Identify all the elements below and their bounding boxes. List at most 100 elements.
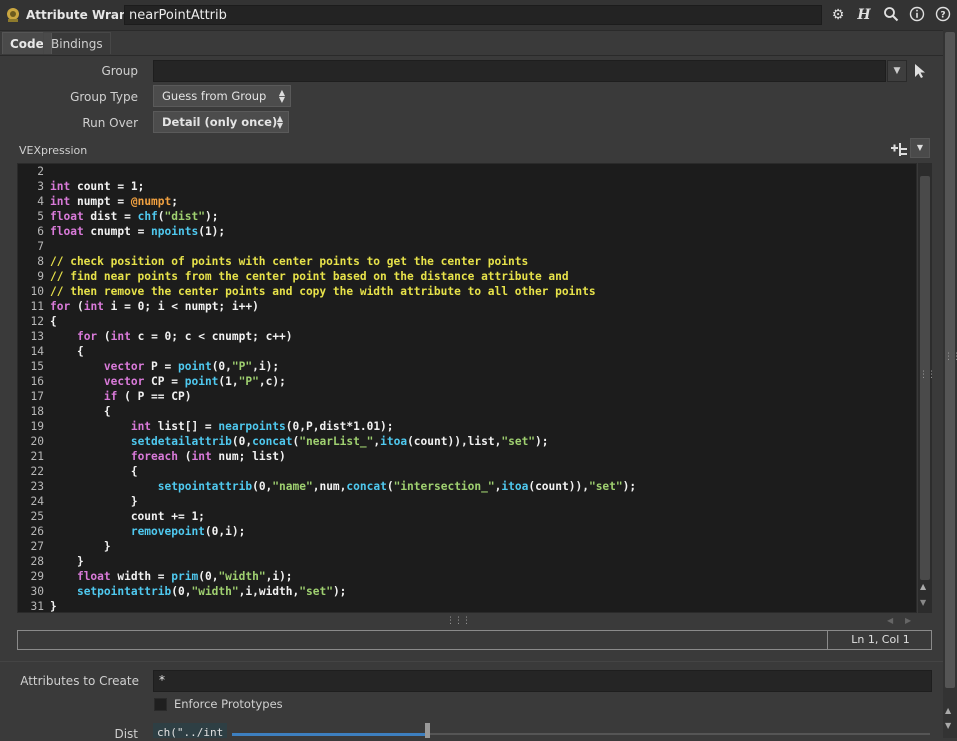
scroll-up-icon[interactable]: ▲ [920,582,926,591]
code-line[interactable]: 25 count += 1; [18,509,636,524]
code-token: numpt = [70,195,131,208]
code-line[interactable]: 16 vector CP = point(1,"P",c); [18,374,636,389]
line-number: 18 [30,405,44,418]
code-token: { [50,315,57,328]
code-line[interactable]: 30 setpointattrib(0,"width",i,width,"set… [18,584,636,599]
enforce-prototypes-checkbox[interactable] [154,698,167,711]
code-line[interactable]: 12 { [18,314,636,329]
scroll-grip-icon: ⋮⋮ [919,370,936,380]
run-over-value: Detail (only once) [162,115,278,129]
code-line[interactable]: 4 int numpt = @numpt; [18,194,636,209]
line-number: 19 [30,420,44,433]
info-icon[interactable] [907,6,927,24]
line-number: 30 [30,585,44,598]
code-line[interactable]: 15 vector P = point(0,"P",i); [18,359,636,374]
search-icon[interactable] [881,6,901,24]
code-token: ); [535,435,549,448]
code-token: int [130,420,152,433]
attributes-to-create-field[interactable]: * [153,670,932,692]
code-line[interactable]: 24 } [18,494,636,509]
code-token: npoints [151,225,199,238]
run-over-menu[interactable]: Detail (only once) ▲ ▼ [153,111,289,133]
code-line[interactable]: 20 setdetailattrib(0,concat("nearList_",… [18,434,636,449]
panel-scroll-up-icon[interactable]: ▲ [945,706,951,715]
code-line[interactable]: 2 [18,164,636,179]
dist-label: Dist [114,727,138,741]
code-line[interactable]: 13 for (int c = 0; c < cnumpt; c++) [18,329,636,344]
code-line[interactable]: 26 removepoint(0,i); [18,524,636,539]
code-line[interactable]: 17 if ( P == CP) [18,389,636,404]
vex-code-editor[interactable]: 2 3 int count = 1; 4 int numpt = @numpt; 5 flo… [17,163,917,613]
create-spare-parameters-icon[interactable] [890,140,908,158]
code-line[interactable]: 22 { [18,464,636,479]
code-token: ( [97,330,111,343]
line-number: 25 [30,510,44,523]
dist-slider-handle[interactable] [425,723,430,738]
code-text[interactable]: 2 3 int count = 1; 4 int numpt = @numpt; 5 flo… [18,164,637,613]
code-token: (1); [198,225,226,238]
help-icon[interactable]: ? [933,6,953,24]
select-arrow-icon[interactable] [913,63,927,79]
vex-menu-button[interactable]: ▼ [910,138,930,158]
code-line[interactable]: 14 { [18,344,636,359]
scroll-down-icon[interactable]: ▼ [920,598,926,607]
code-line[interactable]: 23 setpointattrib(0,"name",num,concat("i… [18,479,637,494]
code-line[interactable]: 21 foreach (int num; list) [18,449,636,464]
code-token: num; list) [211,450,286,463]
code-token: (0,P,dist*1.01); [285,420,394,433]
group-type-menu[interactable]: Guess from Group ▲ ▼ [153,85,291,107]
code-line[interactable]: 27 } [18,539,636,554]
code-token: c = 0; c < cnumpt; c++) [130,330,293,343]
node-name-field[interactable]: nearPointAttrib [124,5,822,25]
houdini-h-icon[interactable]: H [854,6,874,24]
code-line[interactable]: 5 float dist = chf("dist"); [18,209,636,224]
code-line[interactable]: 3 int count = 1; [18,179,636,194]
tab-bindings[interactable]: Bindings [43,32,111,54]
code-token: int [191,450,212,463]
group-dropdown-button[interactable]: ▼ [887,60,907,82]
line-number: 4 [37,195,44,208]
code-token: (0, [211,360,232,373]
gear-icon[interactable]: ⚙ [828,6,848,24]
menu-arrows-icon: ▲ ▼ [276,114,283,130]
editor-status-bar [17,630,932,650]
code-token: removepoint [130,525,205,538]
code-line[interactable]: 18 { [18,404,636,419]
scroll-right-icon[interactable]: ▶ [905,616,911,625]
code-line[interactable]: 28 } [18,554,636,569]
dist-slider-track[interactable] [427,733,930,735]
code-line[interactable]: 9 // find near points from the center poi… [18,269,636,284]
group-field[interactable] [153,60,886,82]
code-line[interactable]: 29 float width = prim(0,"width",i); [18,569,636,584]
dist-expression-field[interactable]: ch("../int [153,723,227,738]
resize-handle-icon[interactable]: ⋮⋮⋮ [446,616,471,626]
code-token: (0, [231,435,253,448]
code-token: (count)),list, [407,435,502,448]
code-line[interactable]: 7 [18,239,636,254]
attributes-to-create-label: Attributes to Create [20,674,139,688]
code-line[interactable]: 11 for (int i = 0; i < numpt; i++) [18,299,636,314]
menu-arrows-icon: ▲ ▼ [278,88,285,104]
line-number: 2 [37,165,44,178]
panel-scroll-down-icon[interactable]: ▼ [945,721,951,730]
scroll-left-icon[interactable]: ◀ [887,616,893,625]
code-token: prim [171,570,199,583]
code-line[interactable]: 8 // check position of points with center… [18,254,636,269]
code-token: // then remove the center points and cop… [50,285,596,298]
group-type-value: Guess from Group [162,89,267,103]
code-line[interactable]: 31} [18,599,636,613]
code-token: foreach [130,450,178,463]
code-token: ( [386,480,394,493]
code-token: (1, [218,375,239,388]
code-token: } [50,600,57,613]
code-line[interactable]: 6 float cnumpt = npoints(1); [18,224,636,239]
code-token: setpointattrib [157,480,253,493]
code-line[interactable]: 10 // then remove the center points and c… [18,284,636,299]
code-line[interactable]: 19 int list[] = nearpoints(0,P,dist*1.01… [18,419,636,434]
code-token: for [50,300,71,313]
